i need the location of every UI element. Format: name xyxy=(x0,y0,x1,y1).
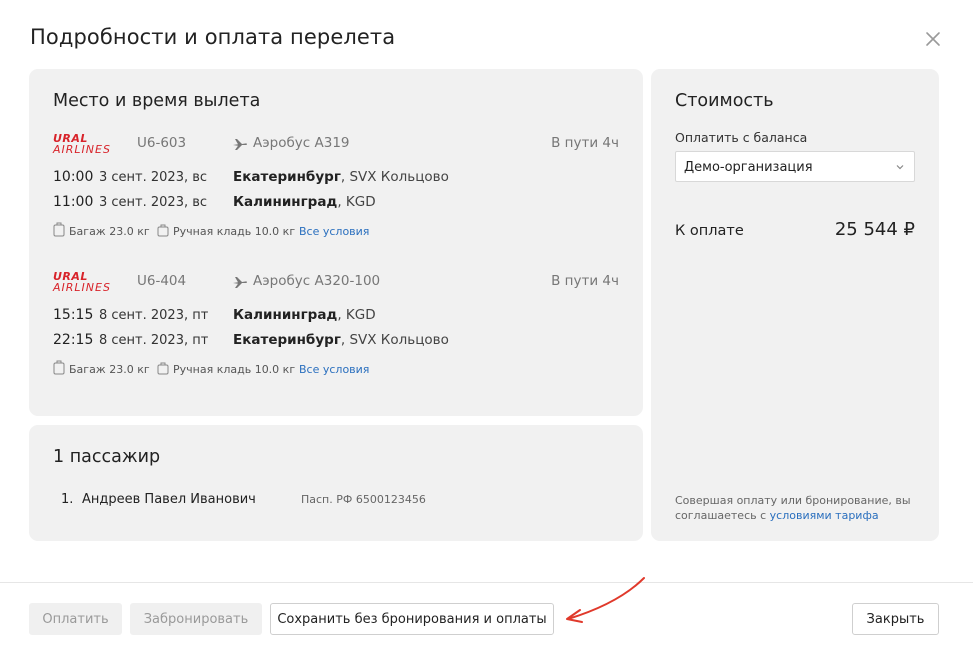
arrival-date: 8 сент. 2023, пт xyxy=(99,333,209,348)
baggage-allowance: Багаж 23.0 кг xyxy=(69,363,150,376)
airline-logo-line2: AIRLINES xyxy=(53,143,111,156)
terms-notice: Совершая оплату или бронирование, вы сог… xyxy=(675,493,925,523)
carry-on-allowance: Ручная кладь 10.0 кг xyxy=(173,225,296,238)
departure-city: Екатеринбург xyxy=(233,169,341,185)
annotation-arrow-icon xyxy=(566,577,645,623)
passenger-name: Андреев Павел Иванович xyxy=(82,492,256,507)
arrival-time: 11:00 xyxy=(53,194,94,210)
passenger-document: Пасп. РФ 6500123456 xyxy=(301,493,426,506)
flight-card: URAL AIRLINES U6-404 Аэробус А320-100 В … xyxy=(29,269,643,389)
close-icon[interactable] xyxy=(924,30,942,48)
flight-number: U6-603 xyxy=(137,135,187,151)
organization-select-value: Демо-организация xyxy=(684,160,813,175)
passengers-panel: 1 пассажир 1. Андреев Павел Иванович Пас… xyxy=(29,425,643,541)
departure-time: 15:15 xyxy=(53,307,94,323)
passengers-heading: 1 пассажир xyxy=(53,447,161,467)
aircraft-model: Аэробус А319 xyxy=(253,135,350,151)
arrival-location: Екатеринбург, SVX Кольцово xyxy=(233,332,449,348)
aircraft-model: Аэробус А320-100 xyxy=(253,273,381,289)
departure-airport: , SVX Кольцово xyxy=(340,169,449,185)
arrival-date: 3 сент. 2023, вс xyxy=(99,195,208,210)
suitcase-icon xyxy=(53,360,65,375)
hand-luggage-icon xyxy=(157,224,169,237)
hand-luggage-icon xyxy=(157,362,169,375)
organization-select[interactable]: Демо-организация xyxy=(675,151,915,182)
departure-time: 10:00 xyxy=(53,169,94,185)
baggage-allowance: Багаж 23.0 кг xyxy=(69,225,150,238)
conditions-link[interactable]: Все условия xyxy=(299,363,369,376)
passenger-number: 1. xyxy=(61,492,74,507)
departure-airport: , KGD xyxy=(337,307,376,323)
chevron-down-icon xyxy=(896,165,904,170)
departure-date: 8 сент. 2023, пт xyxy=(99,308,209,323)
close-button[interactable]: Закрыть xyxy=(852,603,939,635)
plane-icon xyxy=(233,139,247,150)
airline-logo: URAL AIRLINES xyxy=(53,133,131,155)
airline-logo-line2: AIRLINES xyxy=(53,281,111,294)
departure-location: Калининград, KGD xyxy=(233,307,376,323)
arrival-city: Екатеринбург xyxy=(233,332,341,348)
arrival-airport: , SVX Кольцово xyxy=(340,332,449,348)
flights-heading: Место и время вылета xyxy=(53,91,261,111)
cost-panel: Стоимость Оплатить с баланса Демо-органи… xyxy=(651,69,939,541)
amount-label: К оплате xyxy=(675,223,744,239)
flight-card: URAL AIRLINES U6-603 Аэробус А319 В пути… xyxy=(29,131,643,251)
arrival-location: Калининград, KGD xyxy=(233,194,376,210)
airline-logo: URAL AIRLINES xyxy=(53,271,131,293)
arrival-city: Калининград xyxy=(233,194,338,210)
flights-panel: Место и время вылета URAL AIRLINES U6-60… xyxy=(29,69,643,416)
flight-duration: В пути 4ч xyxy=(551,135,619,151)
departure-date: 3 сент. 2023, вс xyxy=(99,170,208,185)
departure-city: Калининград xyxy=(233,307,338,323)
cost-heading: Стоимость xyxy=(675,91,774,111)
arrival-time: 22:15 xyxy=(53,332,94,348)
flight-number: U6-404 xyxy=(137,273,187,289)
flight-duration: В пути 4ч xyxy=(551,273,619,289)
tariff-terms-link[interactable]: условиями тарифа xyxy=(770,509,879,522)
pay-button[interactable]: Оплатить xyxy=(29,603,122,635)
arrival-airport: , KGD xyxy=(337,194,376,210)
departure-location: Екатеринбург, SVX Кольцово xyxy=(233,169,449,185)
balance-label: Оплатить с баланса xyxy=(675,130,808,145)
carry-on-allowance: Ручная кладь 10.0 кг xyxy=(173,363,296,376)
conditions-link[interactable]: Все условия xyxy=(299,225,369,238)
footer-divider xyxy=(0,582,973,583)
save-without-booking-button[interactable]: Сохранить без бронирования и оплаты xyxy=(270,603,554,635)
book-button[interactable]: Забронировать xyxy=(130,603,262,635)
plane-icon xyxy=(233,277,247,288)
modal-title: Подробности и оплата перелета xyxy=(30,25,396,49)
amount-value: 25 544 ₽ xyxy=(834,219,915,240)
suitcase-icon xyxy=(53,222,65,237)
